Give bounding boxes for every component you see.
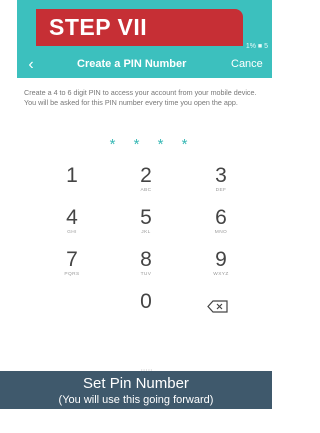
key-letters: TUV [140,272,152,277]
key-7[interactable]: 7 PQRS [47,248,97,288]
key-letters: DEF [215,188,227,193]
caption-banner: Set Pin Number (You will use this going … [0,371,272,409]
key-digit: 6 [215,206,227,229]
keypad: 1 2 ABC 3 DEF 4 GHI 5 JKL 6 MNO 7 PQRS 8… [47,164,257,332]
caption-subtitle: (You will use this going forward) [58,394,214,406]
cancel-button[interactable]: Cance [231,58,263,70]
key-digit: 5 [140,206,152,229]
nav-bar: ‹ Create a PIN Number Cance [17,52,272,78]
key-letters: WXYZ [213,272,229,277]
key-letters: ABC [140,188,152,193]
key-digit: 9 [215,248,227,271]
caption-title: Set Pin Number [83,375,189,392]
key-0[interactable]: 0 [121,290,171,330]
key-1[interactable]: 1 [47,164,97,204]
page-title: Create a PIN Number [77,58,187,70]
status-bar-text: 1% ■ 5 [245,43,268,50]
instructions-text: Create a 4 to 6 digit PIN to access your… [24,88,257,107]
key-letters: JKL [141,230,151,235]
phone-screen: 1% ■ 5 ‹ Create a PIN Number Cance Creat… [17,0,272,410]
key-digit: 8 [140,248,152,271]
key-2[interactable]: 2 ABC [121,164,171,204]
chevron-left-icon[interactable]: ‹ [21,55,41,75]
key-9[interactable]: 9 WXYZ [196,248,246,288]
key-5[interactable]: 5 JKL [121,206,171,246]
key-6[interactable]: 6 MNO [196,206,246,246]
key-digit: 1 [66,164,78,187]
key-3[interactable]: 3 DEF [196,164,246,204]
key-digit: 7 [66,248,78,271]
key-digit: 0 [140,290,152,313]
key-digit: 2 [140,164,152,187]
pin-dots: * * * * [109,136,195,153]
key-letters: GHI [67,230,77,235]
key-4[interactable]: 4 GHI [47,206,97,246]
step-label: STEP VII [49,14,148,40]
key-digit: 3 [215,164,227,187]
key-digit: 4 [66,206,78,229]
key-8[interactable]: 8 TUV [121,248,171,288]
tutorial-frame: 1% ■ 5 ‹ Create a PIN Number Cance Creat… [0,0,272,433]
step-badge: STEP VII [36,9,243,46]
key-letters: MNO [214,230,228,235]
key-letters: PQRS [64,272,80,277]
backspace-icon[interactable] [207,300,229,313]
